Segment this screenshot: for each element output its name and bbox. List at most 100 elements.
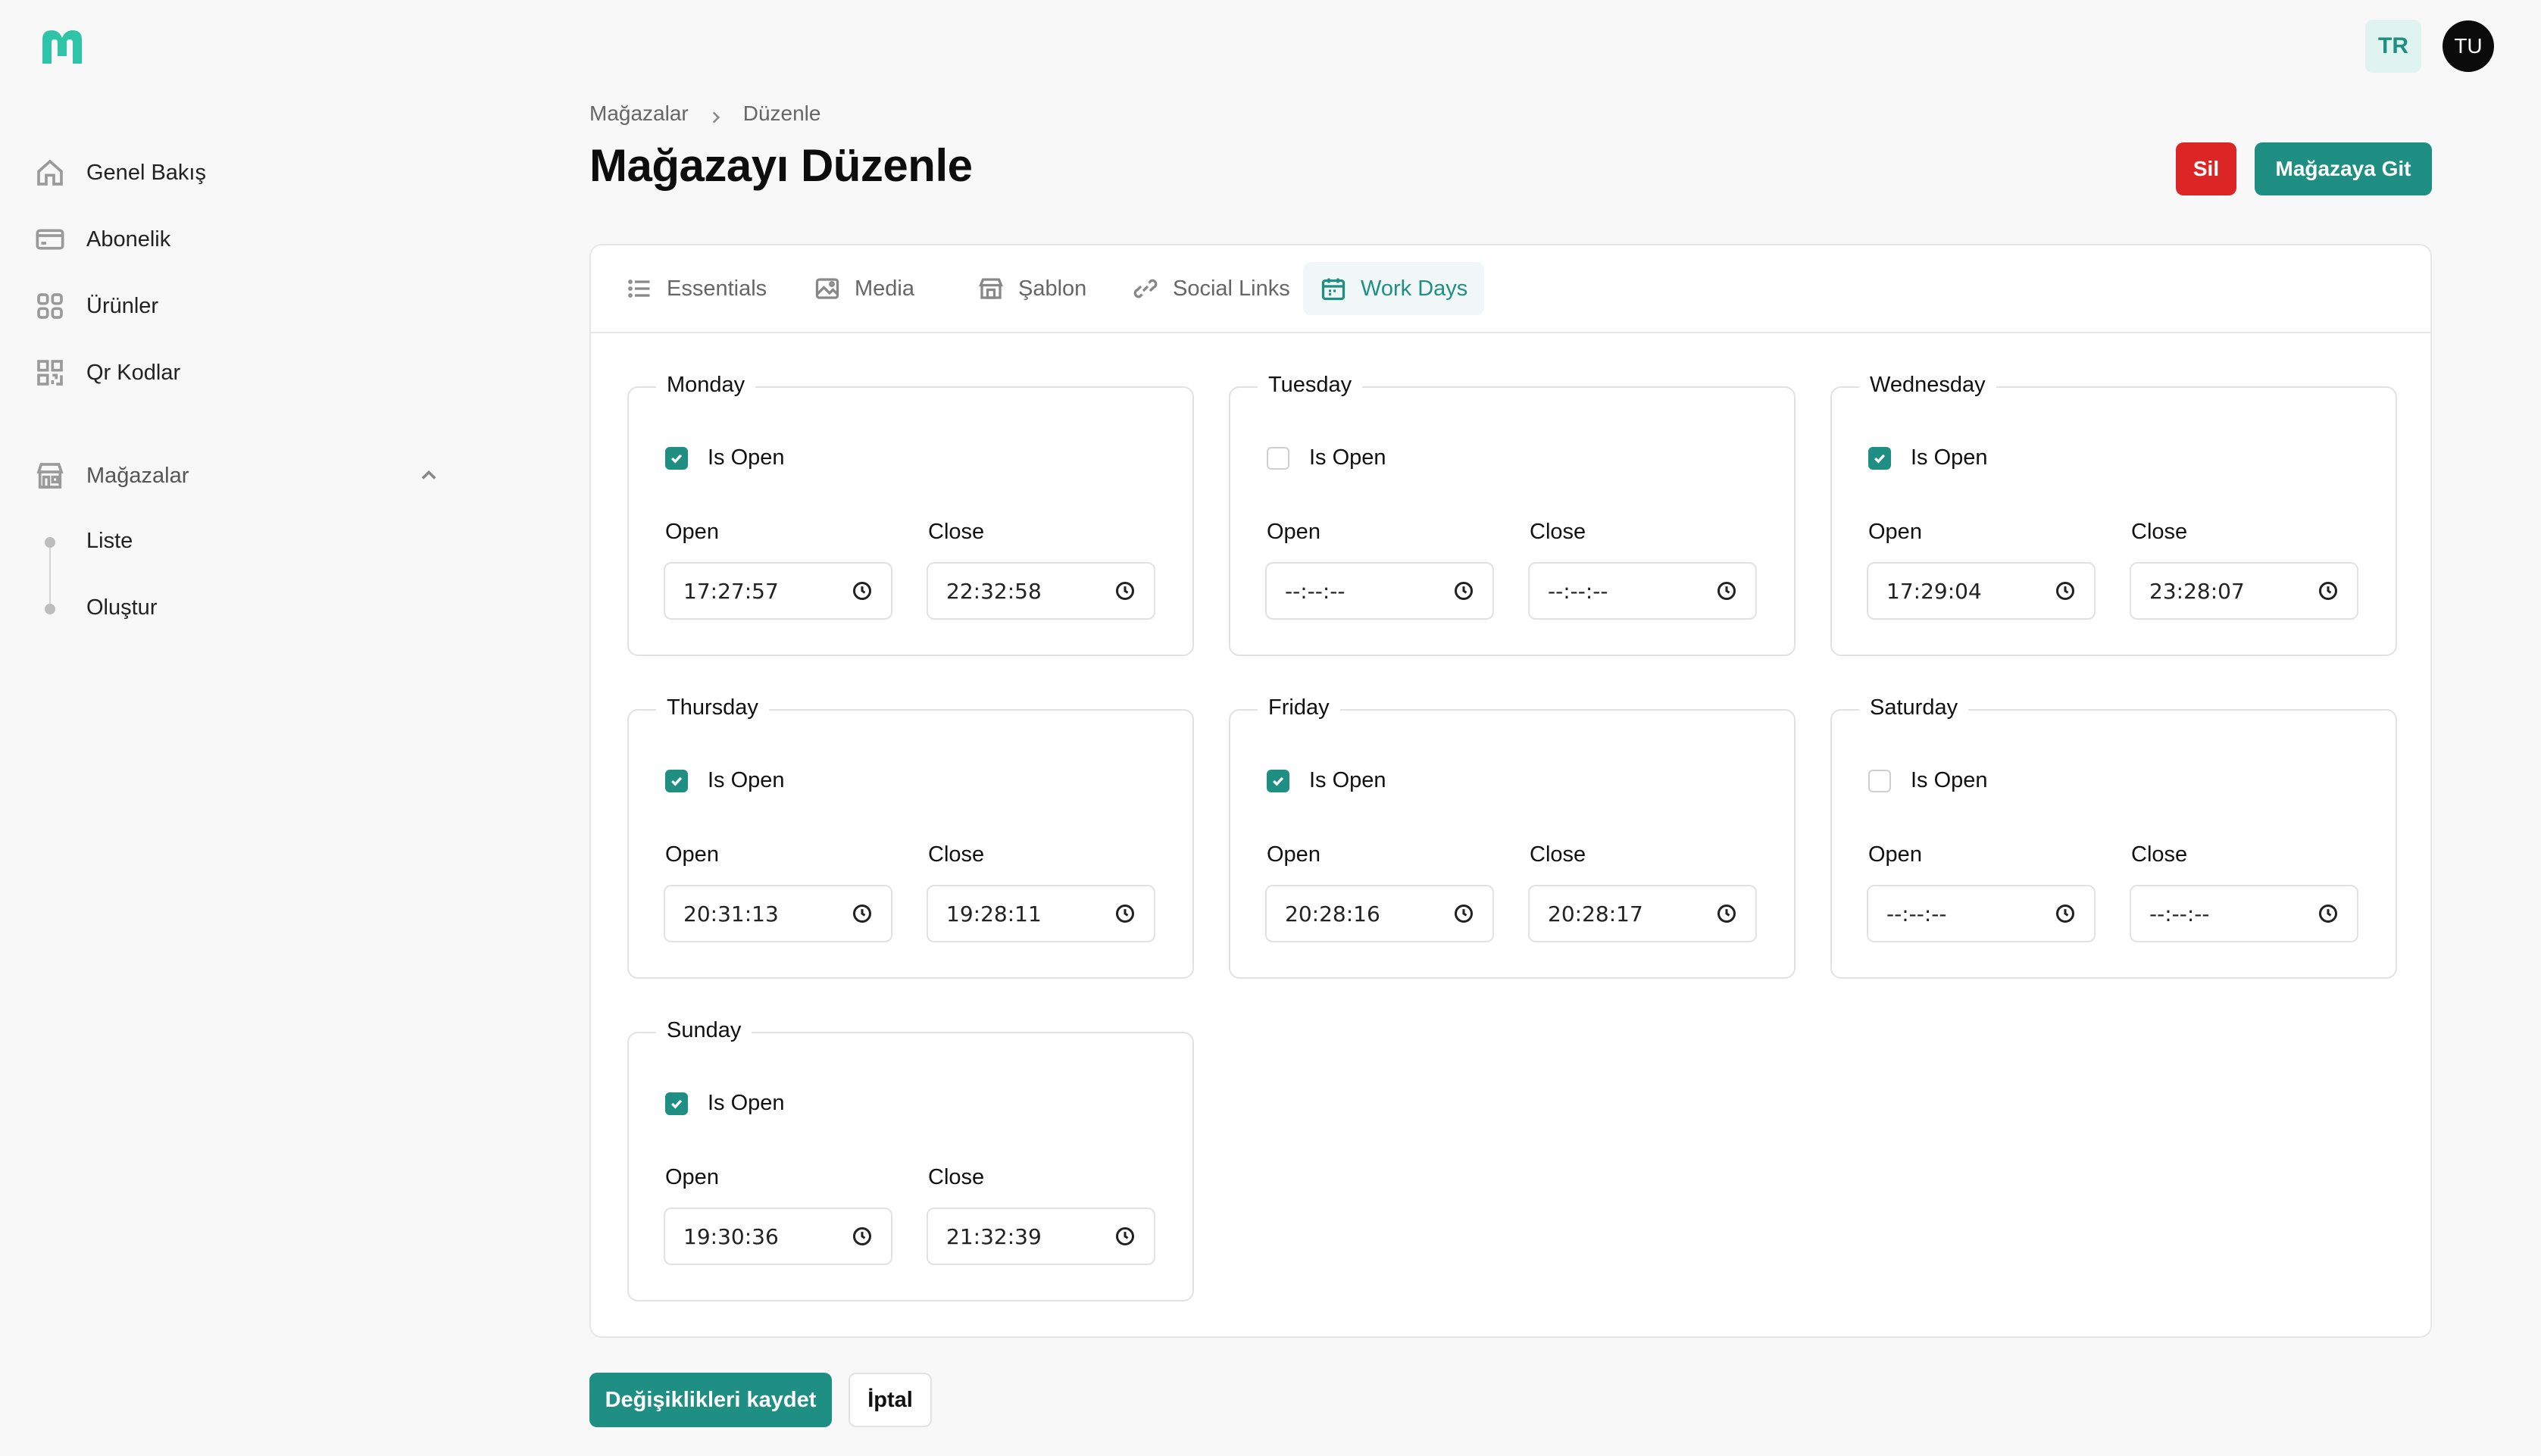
sidebar-group-label: Mağazalar [86,463,189,488]
sidebar-item-abonelik[interactable]: Abonelik [33,220,170,259]
day-name: Tuesday [1258,373,1363,398]
tab-media[interactable]: Media [797,262,931,315]
checkbox[interactable] [1267,769,1289,792]
time-value: --:--:-- [1285,578,1346,604]
tab-social-links[interactable]: Social Links [1115,262,1307,315]
close-time-input[interactable]: 20:28:17 [1528,885,1757,942]
close-label: Close [1530,842,1586,867]
is-open-toggle[interactable]: Is Open [1868,768,1988,793]
close-time-input[interactable]: 23:28:07 [2130,562,2358,620]
checkbox[interactable] [1868,446,1891,470]
sidebar-item-urunler[interactable]: Ürünler [33,286,158,326]
close-label: Close [1530,520,1586,544]
user-avatar[interactable]: TU [2443,20,2494,72]
is-open-label: Is Open [1911,768,1988,792]
is-open-toggle[interactable]: Is Open [1267,768,1386,793]
clock-icon[interactable] [852,1226,873,1247]
chevron-up-icon[interactable] [418,465,439,486]
list-icon [628,280,650,298]
clock-icon[interactable] [1716,580,1737,601]
close-time-input[interactable]: --:--:-- [2130,885,2358,942]
time-value: 19:28:11 [946,901,1042,926]
open-label: Open [665,520,719,544]
checkbox[interactable] [1267,446,1289,470]
open-time-input[interactable]: --:--:-- [1265,562,1494,620]
day-monday: Monday Is Open Open Close 17:27:57 22:32… [627,373,1194,656]
open-label: Open [665,1165,719,1189]
day-friday: Friday Is Open Open Close 20:28:16 20:28… [1229,695,1796,979]
is-open-toggle[interactable]: Is Open [665,768,785,793]
store-icon [33,459,67,492]
is-open-toggle[interactable]: Is Open [665,445,785,470]
clock-icon[interactable] [2055,580,2076,601]
clock-icon[interactable] [1716,903,1737,924]
close-time-input[interactable]: 19:28:11 [927,885,1155,942]
tab-work-days[interactable]: Work Days [1303,262,1485,315]
open-label: Open [1267,842,1321,867]
clock-icon[interactable] [2318,580,2339,601]
tab-label: Work Days [1361,276,1468,301]
open-time-input[interactable]: 17:29:04 [1867,562,2096,620]
open-time-input[interactable]: 20:31:13 [664,885,892,942]
close-label: Close [928,520,985,544]
checkbox[interactable] [665,1092,688,1115]
tab-bar: Essentials Media Şablon Social Links Wor… [591,245,2430,333]
close-time-input[interactable]: 21:32:39 [927,1208,1155,1265]
checkbox[interactable] [665,769,688,792]
sidebar-subitem-liste[interactable]: Liste [86,529,133,554]
day-sunday: Sunday Is Open Open Close 19:30:36 21:32… [627,1018,1194,1301]
clock-icon[interactable] [1114,903,1136,924]
clock-icon[interactable] [2055,903,2076,924]
tab-essentials[interactable]: Essentials [609,262,783,315]
open-time-input[interactable]: --:--:-- [1867,885,2096,942]
credit-card-icon [33,223,67,256]
sidebar-item-qr-kodlar[interactable]: Qr Kodlar [33,353,180,392]
grid-icon [33,289,67,323]
open-label: Open [1267,520,1321,544]
go-to-store-button[interactable]: Mağazaya Git [2255,142,2432,195]
day-name: Saturday [1859,695,1969,720]
checkbox[interactable] [1868,769,1891,792]
cancel-button[interactable]: İptal [849,1373,932,1427]
clock-icon[interactable] [1114,580,1136,601]
close-time-input[interactable]: --:--:-- [1528,562,1757,620]
sidebar: Genel Bakış Abonelik Ürünler Qr Kodlar M… [0,0,470,1456]
is-open-toggle[interactable]: Is Open [1267,445,1386,470]
time-value: 17:27:57 [683,578,779,604]
clock-icon[interactable] [2318,903,2339,924]
is-open-toggle[interactable]: Is Open [665,1091,785,1116]
time-value: --:--:-- [2149,901,2210,926]
open-time-input[interactable]: 17:27:57 [664,562,892,620]
clock-icon[interactable] [852,580,873,601]
close-label: Close [2131,520,2188,544]
time-value: 21:32:39 [946,1223,1042,1249]
clock-icon[interactable] [1453,903,1474,924]
sidebar-item-genel-bakis[interactable]: Genel Bakış [33,153,206,192]
save-changes-button[interactable]: Değişiklikleri kaydet [589,1373,832,1427]
open-time-input[interactable]: 20:28:16 [1265,885,1494,942]
is-open-toggle[interactable]: Is Open [1868,445,1988,470]
open-label: Open [1868,520,1922,544]
clock-icon[interactable] [1114,1226,1136,1247]
language-badge[interactable]: TR [2365,20,2421,73]
sidebar-item-label: Ürünler [86,293,159,318]
sidebar-item-label: Genel Bakış [86,160,206,185]
breadcrumb: Mağazalar Düzenle [589,102,820,126]
time-value: 20:28:16 [1285,901,1380,926]
open-label: Open [665,842,719,867]
tab-label: Essentials [667,276,767,301]
breadcrumb-parent[interactable]: Mağazalar [589,102,689,126]
is-open-label: Is Open [1309,445,1386,470]
open-time-input[interactable]: 19:30:36 [664,1208,892,1265]
time-value: --:--:-- [1548,578,1608,604]
delete-button[interactable]: Sil [2176,142,2236,195]
sidebar-group-magazalar[interactable]: Mağazalar [33,456,189,495]
chevron-right-icon [708,106,724,123]
clock-icon[interactable] [852,903,873,924]
tab-sablon[interactable]: Şablon [961,262,1103,315]
clock-icon[interactable] [1453,580,1474,601]
close-time-input[interactable]: 22:32:58 [927,562,1155,620]
checkbox[interactable] [665,446,688,470]
sidebar-subitem-olustur[interactable]: Oluştur [86,595,157,620]
close-label: Close [928,842,985,867]
